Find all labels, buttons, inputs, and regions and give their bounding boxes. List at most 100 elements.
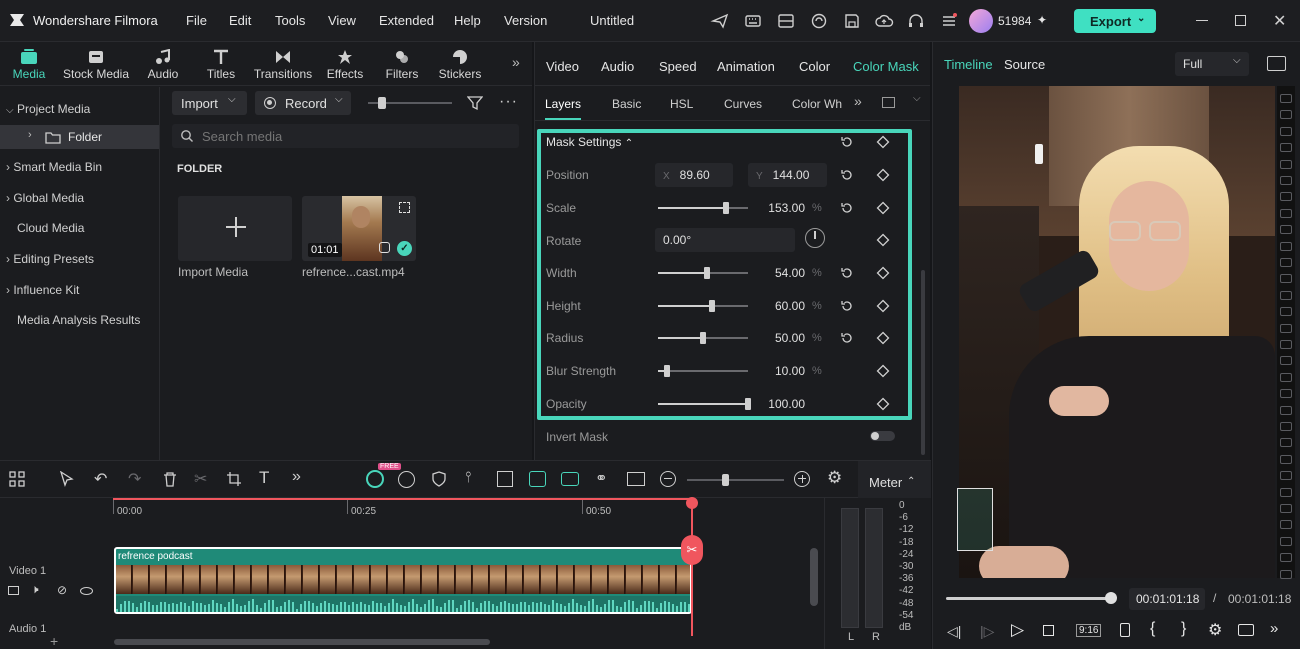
add-track-icon[interactable]: + [50,633,58,649]
import-media-tile[interactable] [178,196,292,261]
property-scrollbar[interactable] [921,270,925,455]
slider-knob[interactable] [723,202,730,214]
record-button[interactable]: Record ⌵ [255,91,351,115]
subtab-layers[interactable]: Layers [545,97,581,111]
mask-row-value[interactable]: 153.00 [745,201,805,215]
filter-icon[interactable] [467,95,483,111]
tab-stickers[interactable]: Stickers [434,46,486,84]
next-frame-icon[interactable]: |▷ [980,623,994,640]
tab-animation[interactable]: Animation [717,59,775,74]
media-clip-thumbnail[interactable]: 01:01 ✓ [302,196,416,261]
mask-settings-title[interactable]: Mask Settings ⌃ [546,135,633,149]
preview-tab-timeline[interactable]: Timeline [944,57,993,72]
menu-tools[interactable]: Tools [275,13,305,28]
menu-list-icon[interactable] [939,11,959,31]
keyframe-icon[interactable] [876,364,890,378]
playback-progress[interactable] [946,592,1117,604]
reset-icon[interactable] [840,168,854,182]
tab-speed[interactable]: Speed [659,59,697,74]
tab-filters[interactable]: Filters [381,46,423,84]
mask-row-slider[interactable] [658,365,748,377]
redo-icon[interactable]: ↷ [128,469,141,489]
split-screen-icon[interactable] [497,471,513,487]
subtab-curves[interactable]: Curves [724,97,762,111]
rotate-field[interactable]: 0.00° [655,228,795,252]
more-tools-icon[interactable]: » [292,468,301,486]
sidebar-item-folder[interactable]: › Folder [0,125,159,149]
tab-video[interactable]: Video [546,59,579,74]
tab-transitions[interactable]: Transitions [251,46,315,84]
zoom-out-icon[interactable] [660,471,676,487]
menu-edit[interactable]: Edit [229,13,251,28]
audio-stretch-icon[interactable]: ⫯ [465,469,472,486]
snapshot-view-icon[interactable] [1267,56,1286,71]
rotate-dial[interactable] [805,228,825,248]
menu-help[interactable]: Help [454,13,481,28]
reset-icon[interactable] [840,266,854,280]
more-options-icon[interactable]: ··· [499,93,518,111]
mask-row-slider[interactable] [658,398,751,410]
mask-row-slider[interactable] [658,202,748,214]
slider-knob[interactable] [703,267,710,279]
timeline-v-scrollbar[interactable] [810,548,818,606]
keyframe-icon[interactable] [876,299,890,313]
compare-icon[interactable] [882,97,895,108]
previous-frame-icon[interactable]: ◁| [947,623,961,640]
layout-icon[interactable] [776,11,796,31]
eye-icon[interactable] [80,587,93,595]
mute-icon[interactable]: ⊘ [57,583,67,597]
stop-icon[interactable] [1043,625,1054,636]
menu-version[interactable]: Version [504,13,547,28]
timeline-h-scrollbar[interactable] [114,639,490,645]
position-x-field[interactable]: X 89.60 [655,163,733,187]
keyframe-icon[interactable] [876,168,890,182]
tab-effects[interactable]: Effects [323,46,367,84]
tab-stock-media[interactable]: Stock Media [60,46,132,84]
import-button[interactable]: Import ⌵ [172,91,247,115]
zoom-slider[interactable] [687,474,784,486]
timeline-ruler[interactable]: 00:00 00:25 00:50 [113,498,823,522]
menu-extended[interactable]: Extended [379,13,434,28]
sidebar-item-influence-kit[interactable]: › Influence Kit [6,283,79,297]
more-controls-icon[interactable]: » [1270,620,1278,637]
send-icon[interactable] [710,11,730,31]
playback-progress-knob[interactable] [1105,592,1117,604]
preview-tab-source[interactable]: Source [1004,57,1045,72]
preview-video[interactable] [959,86,1275,578]
playhead-handle[interactable] [686,497,698,509]
mask-row-slider[interactable] [658,300,748,312]
position-y-field[interactable]: Y 144.00 [748,163,827,187]
ai-tool-icon[interactable] [366,470,384,488]
speed-icon[interactable] [398,471,415,488]
more-tabs-icon[interactable]: » [512,54,520,70]
sidebar-item-media-analysis[interactable]: Media Analysis Results [17,313,140,327]
maximize-icon[interactable] [1235,15,1246,26]
camera-icon[interactable] [1238,624,1254,636]
subtab-basic[interactable]: Basic [612,97,641,111]
tab-audio-props[interactable]: Audio [601,59,634,74]
layout-grid-icon[interactable] [9,471,25,487]
tab-titles[interactable]: Titles [200,46,242,84]
subtab-color-wheel[interactable]: Color Wh [792,97,842,111]
playhead-line[interactable] [691,498,693,636]
settings-icon[interactable]: ⚙ [1208,620,1222,640]
slider-knob[interactable] [700,332,706,344]
export-button[interactable]: Export ⌄ [1074,9,1156,33]
chevron-down-icon[interactable]: ⌵ [913,93,921,104]
keyframe-icon[interactable] [876,266,890,280]
zoom-in-icon[interactable] [794,471,810,487]
search-input[interactable] [202,127,502,145]
mark-out-icon[interactable]: } [1181,620,1186,638]
keyframe-icon[interactable] [876,233,890,247]
unlink-icon[interactable]: ⚭ [595,469,608,487]
mask-row-slider[interactable] [658,332,748,344]
tab-audio[interactable]: Audio [142,46,184,84]
mask-preview-box[interactable] [957,488,993,551]
scissors-icon[interactable]: ✂ [681,535,703,565]
slider-knob[interactable] [709,300,715,312]
headset-support-icon[interactable] [809,11,829,31]
keyframe-icon[interactable] [876,397,890,411]
cut-icon[interactable]: ✂ [194,469,207,489]
aspect-ratio-icon[interactable]: 9:16 [1076,624,1102,637]
tab-media[interactable]: Media [6,46,52,84]
